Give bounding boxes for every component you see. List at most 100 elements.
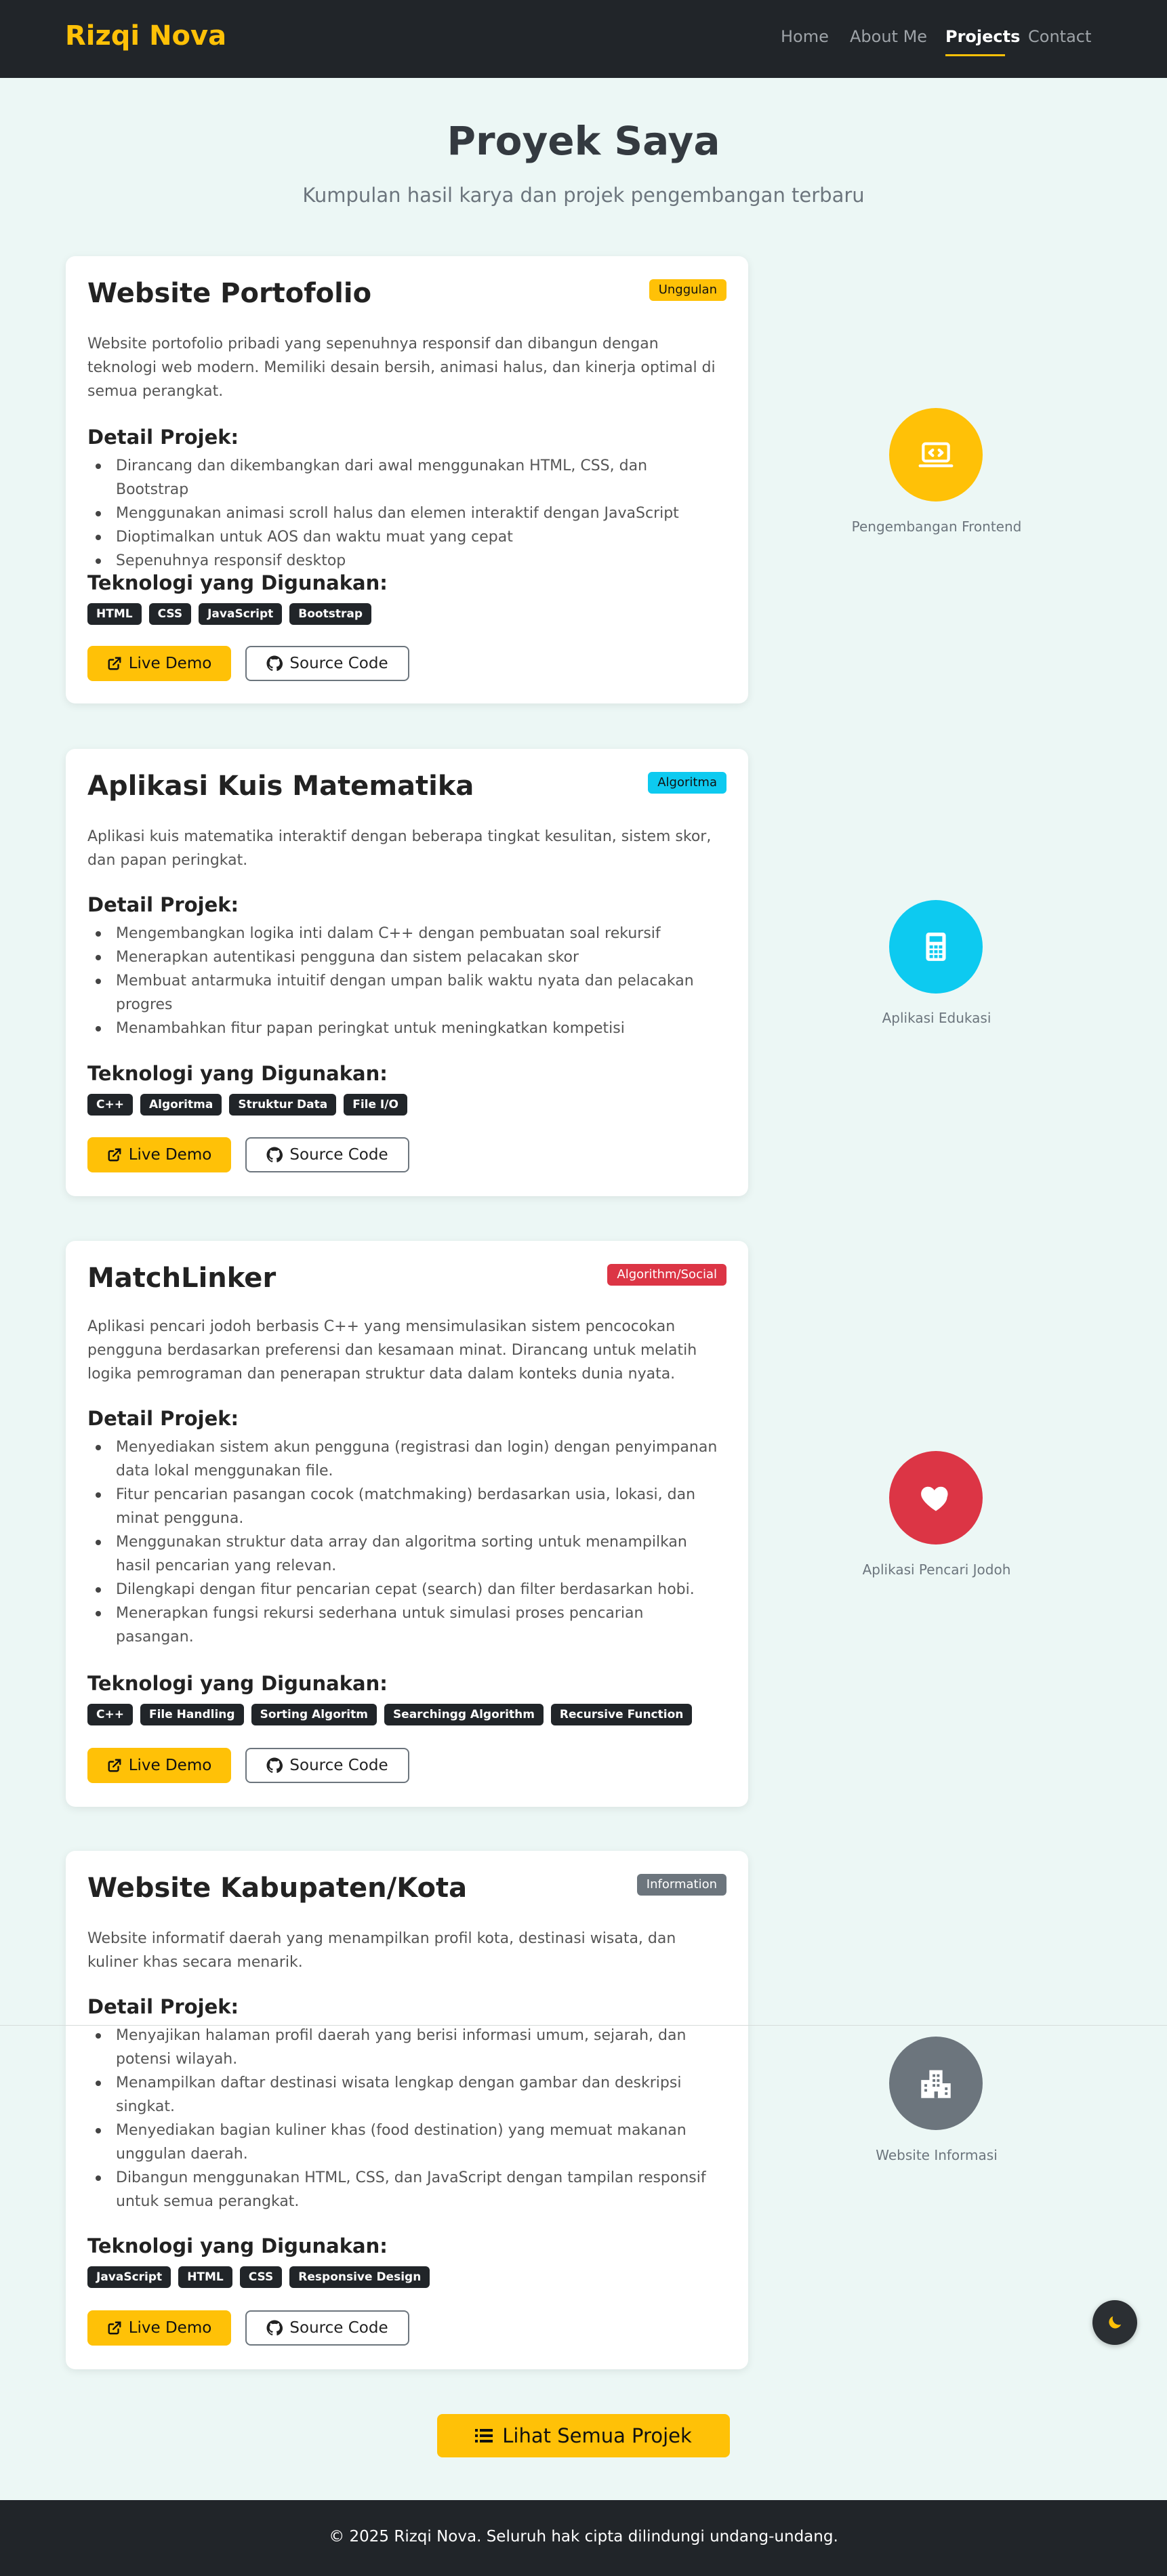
live-demo-label: Live Demo	[128, 655, 212, 672]
tech-tag: Searchingg Algorithm	[384, 1704, 544, 1725]
source-code-button[interactable]: Source Code	[245, 1137, 409, 1172]
source-code-button[interactable]: Source Code	[245, 2310, 409, 2346]
detail-item: Sepenuhnya responsif desktop	[96, 549, 724, 573]
detail-list: Dirancang dan dikembangkan dari awal men…	[96, 454, 724, 573]
tech-tag: HTML	[87, 603, 142, 625]
project-badge: Algorithm/Social	[607, 1264, 726, 1286]
tech-tag: JavaScript	[87, 2266, 171, 2288]
github-icon	[266, 655, 283, 672]
city-icon	[889, 2037, 983, 2130]
github-icon	[266, 1147, 283, 1163]
tech-heading: Teknologi yang Digunakan:	[87, 1062, 388, 1085]
nav-link-contact[interactable]: Contact	[1028, 27, 1091, 46]
tech-tags: HTML CSS JavaScript Bootstrap	[87, 603, 371, 625]
detail-heading: Detail Projek:	[87, 426, 239, 449]
source-code-label: Source Code	[289, 1146, 388, 1164]
tech-tag: File Handling	[140, 1704, 244, 1725]
tech-tag: Recursive Function	[550, 1704, 693, 1725]
project-category-label: Website Informasi	[876, 2147, 998, 2163]
live-demo-label: Live Demo	[128, 1146, 212, 1164]
detail-heading: Detail Projek:	[87, 893, 239, 916]
external-link-icon	[108, 1148, 121, 1162]
detail-item: Dilengkapi dengan fitur pencarian cepat …	[96, 1578, 724, 1601]
active-nav-indicator	[945, 54, 1005, 56]
external-link-icon	[108, 657, 121, 670]
detail-item: Menggunakan animasi scroll halus dan ele…	[96, 502, 724, 525]
project-description: Aplikasi kuis matematika interaktif deng…	[87, 828, 712, 869]
detail-item: Dibangun menggunakan HTML, CSS, dan Java…	[96, 2166, 724, 2213]
footer: © 2025 Rizqi Nova. Seluruh hak cipta dil…	[0, 2500, 1167, 2576]
brand-logo[interactable]: Rizqi Nova	[65, 20, 226, 52]
project-title: Aplikasi Kuis Matematika	[87, 771, 474, 802]
project-badge: Algoritma	[648, 772, 726, 794]
project-description: Website informatif daerah yang menampilk…	[87, 1930, 676, 1971]
project-badge: Unggulan	[649, 279, 726, 301]
detail-item: Menerapkan autentikasi pengguna dan sist…	[96, 945, 724, 969]
detail-item: Menambahkan fitur papan peringkat untuk …	[96, 1017, 724, 1040]
project-title: MatchLinker	[87, 1263, 277, 1294]
view-all-projects-button[interactable]: Lihat Semua Projek	[437, 2414, 730, 2457]
tech-tag: HTML	[178, 2266, 232, 2288]
external-link-icon	[108, 2321, 121, 2335]
nav-link-projects[interactable]: Projects	[945, 27, 1020, 46]
tech-heading: Teknologi yang Digunakan:	[87, 571, 388, 594]
tech-heading: Teknologi yang Digunakan:	[87, 2234, 388, 2257]
heart-icon	[889, 1451, 983, 1545]
github-icon	[266, 1757, 283, 1774]
live-demo-button[interactable]: Live Demo	[87, 2310, 231, 2346]
live-demo-label: Live Demo	[128, 2319, 212, 2337]
laptop-code-icon	[889, 408, 983, 502]
tech-tag: C++	[87, 1704, 133, 1725]
tech-tag: Algoritma	[140, 1094, 222, 1116]
source-code-button[interactable]: Source Code	[245, 1748, 409, 1783]
project-title: Website Portofolio	[87, 278, 372, 309]
source-code-label: Source Code	[289, 2319, 388, 2337]
navbar: Rizqi Nova Home About Me Projects Contac…	[0, 0, 1167, 78]
nav-link-home[interactable]: Home	[781, 27, 829, 46]
calculator-icon	[889, 900, 983, 994]
page-title: Proyek Saya	[447, 118, 720, 164]
live-demo-label: Live Demo	[128, 1757, 212, 1774]
tech-tag: CSS	[148, 603, 192, 625]
project-category-label: Aplikasi Edukasi	[882, 1010, 991, 1026]
detail-item: Menyediakan bagian kuliner khas (food de…	[96, 2119, 724, 2166]
live-demo-button[interactable]: Live Demo	[87, 646, 231, 681]
tech-tag: CSS	[239, 2266, 283, 2288]
source-code-button[interactable]: Source Code	[245, 646, 409, 681]
project-card: Website Portofolio Unggulan Website port…	[66, 256, 748, 703]
nav-link-about[interactable]: About Me	[850, 27, 927, 46]
tech-tag: Sorting Algoritm	[251, 1704, 377, 1725]
view-all-projects-label: Lihat Semua Projek	[502, 2424, 692, 2447]
detail-item: Menerapkan fungsi rekursi sederhana untu…	[96, 1601, 724, 1649]
tech-tag: Struktur Data	[229, 1094, 337, 1116]
source-code-label: Source Code	[289, 655, 388, 672]
external-link-icon	[108, 1759, 121, 1772]
detail-item: Dirancang dan dikembangkan dari awal men…	[96, 454, 724, 502]
detail-list: Menyajikan halaman profil daerah yang be…	[96, 2024, 724, 2213]
project-title: Website Kabupaten/Kota	[87, 1873, 468, 1904]
project-card: Aplikasi Kuis Matematika Algoritma Aplik…	[66, 749, 748, 1196]
project-description: Aplikasi pencari jodoh berbasis C++ yang…	[87, 1318, 697, 1383]
live-demo-button[interactable]: Live Demo	[87, 1137, 231, 1172]
tech-tags: C++ File Handling Sorting Algoritm Searc…	[87, 1704, 693, 1725]
project-category-label: Aplikasi Pencari Jodoh	[862, 1561, 1011, 1578]
project-card: Website Kabupaten/Kota Information Websi…	[66, 1851, 748, 2369]
detail-item: Membuat antarmuka intuitif dengan umpan …	[96, 969, 724, 1017]
detail-item: Dioptimalkan untuk AOS dan waktu muat ya…	[96, 525, 724, 549]
live-demo-button[interactable]: Live Demo	[87, 1748, 231, 1783]
detail-list: Menyediakan sistem akun pengguna (regist…	[96, 1435, 724, 1649]
detail-item: Menyajikan halaman profil daerah yang be…	[96, 2024, 724, 2071]
tech-tag: JavaScript	[199, 603, 283, 625]
divider-line	[0, 2025, 1167, 2026]
detail-heading: Detail Projek:	[87, 1995, 239, 2018]
theme-toggle-button[interactable]	[1092, 2300, 1137, 2345]
source-code-label: Source Code	[289, 1757, 388, 1774]
github-icon	[266, 2320, 283, 2336]
tech-tag: File I/O	[344, 1094, 407, 1116]
project-card: MatchLinker Algorithm/Social Aplikasi pe…	[66, 1241, 748, 1807]
list-icon	[475, 2429, 493, 2442]
tech-tag: Bootstrap	[289, 603, 371, 625]
tech-heading: Teknologi yang Digunakan:	[87, 1672, 388, 1695]
project-category-label: Pengembangan Frontend	[851, 518, 1022, 535]
project-badge: Information	[636, 1874, 726, 1896]
